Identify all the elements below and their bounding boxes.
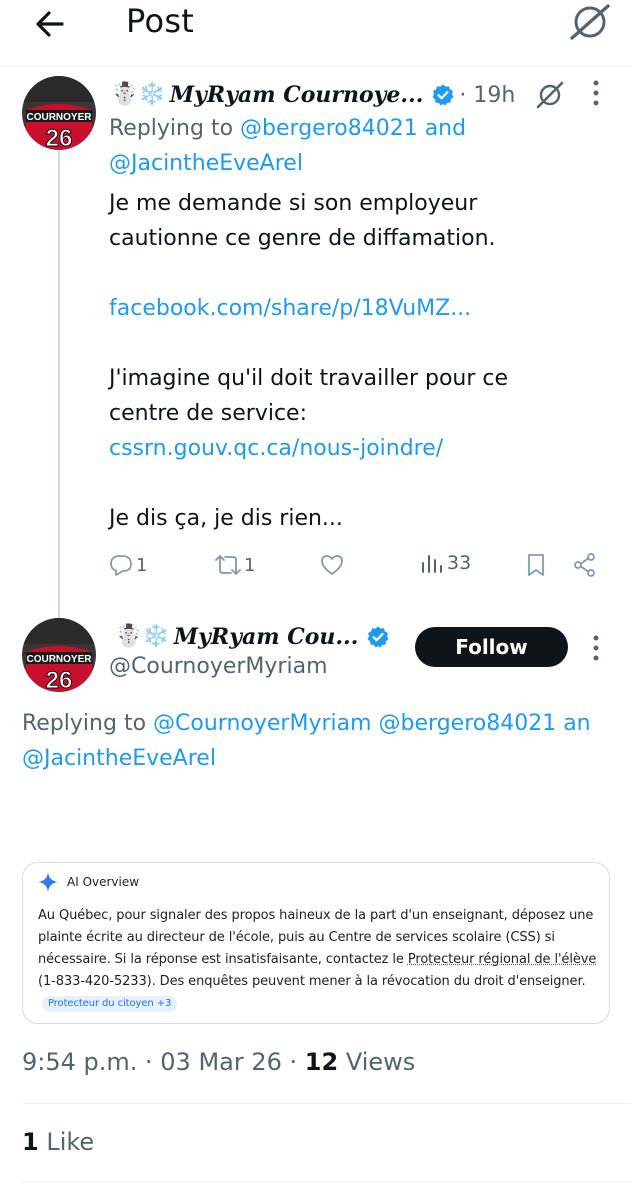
page-title: Post: [126, 2, 195, 40]
verified-badge-icon: [432, 84, 454, 106]
more-dots-icon: [593, 80, 599, 106]
name-emoji: ☃️❄️: [115, 624, 170, 649]
display-name: 𝑴𝒚𝑹𝒚𝒂𝒎 𝑪𝒐𝒖𝒓𝒏𝒐𝒚𝒆...: [169, 82, 424, 108]
author-row[interactable]: ☃️❄️ 𝑴𝒚𝑹𝒚𝒂𝒎 𝑪𝒐𝒖...: [115, 624, 390, 650]
replying-to: Replying to @bergero84021 and @JacintheE…: [109, 116, 467, 176]
post-metadata: 9:54 p.m. · 03 Mar 26 · 12 Views: [22, 1048, 416, 1076]
mention-link[interactable]: @bergero84021: [240, 116, 418, 141]
avatar-image: COURNOYER 26: [22, 618, 96, 692]
reply-icon: [110, 555, 132, 576]
back-button[interactable]: [30, 4, 70, 44]
repost-icon: [215, 555, 241, 575]
divider: [22, 1103, 631, 1104]
views-button[interactable]: 33: [421, 552, 471, 574]
jersey-name: COURNOYER: [26, 654, 92, 665]
more-dots-icon: [593, 635, 599, 661]
arrow-left-icon: [36, 11, 64, 37]
grok-icon[interactable]: [535, 80, 565, 110]
jersey-number: 26: [46, 667, 73, 692]
ai-overview-title: AI Overview: [67, 875, 140, 889]
replying-to: Replying to @CournoyerMyriam @bergero840…: [22, 711, 591, 771]
mention-link[interactable]: @bergero84021: [379, 711, 557, 736]
ai-overview-image[interactable]: AI Overview Au Québec, pour signaler des…: [22, 862, 610, 1024]
facebook-link[interactable]: facebook.com/share/p/18VuMZ...: [109, 291, 579, 326]
reply-button[interactable]: 1: [108, 552, 147, 578]
verified-badge-icon: [367, 626, 389, 648]
heart-icon: [321, 555, 343, 575]
grok-button[interactable]: [568, 2, 612, 42]
mention-link[interactable]: @JacintheEveArel: [109, 151, 303, 176]
follow-button[interactable]: Follow: [415, 627, 568, 667]
tweet-text: Je me demande si son employeur cautionne…: [109, 186, 579, 536]
thread-connector-line: [58, 148, 60, 620]
like-button[interactable]: [319, 552, 345, 578]
more-options-button[interactable]: [584, 633, 608, 663]
avatar[interactable]: COURNOYER 26: [22, 618, 96, 692]
likes-count: 1: [22, 1128, 39, 1156]
grok-icon: [570, 4, 610, 40]
likes-summary[interactable]: 1 Like: [22, 1128, 94, 1156]
avatar-image: COURNOYER 26: [22, 76, 96, 150]
share-button[interactable]: [572, 552, 598, 578]
display-name: 𝑴𝒚𝑹𝒚𝒂𝒎 𝑪𝒐𝒖...: [173, 624, 359, 650]
views-total: 12: [304, 1048, 339, 1076]
user-handle[interactable]: @CournoyerMyriam: [109, 654, 328, 679]
bookmark-icon: [528, 554, 544, 576]
mention-link[interactable]: @JacintheEveArel: [22, 746, 216, 771]
bookmark-button[interactable]: [525, 552, 547, 578]
ai-overview-header: AI Overview: [37, 871, 139, 893]
avatar[interactable]: COURNOYER 26: [22, 76, 96, 150]
ai-overview-text: Au Québec, pour signaler des propos hain…: [38, 905, 608, 1015]
timestamp[interactable]: · 19h: [459, 83, 515, 108]
divider: [22, 1182, 631, 1183]
source-chip: Protecteur du citoyen +3: [42, 996, 178, 1012]
reply-count: 1: [136, 554, 148, 576]
cssrn-link[interactable]: cssrn.gouv.qc.ca/nous-joindre/: [109, 431, 579, 466]
repost-count: 1: [244, 554, 256, 576]
jersey-number: 26: [46, 125, 73, 150]
tweet-actions: 1 1 33: [108, 552, 608, 584]
share-icon: [574, 553, 595, 577]
more-options-button[interactable]: [584, 78, 608, 108]
repost-button[interactable]: 1: [214, 552, 255, 578]
jersey-name: COURNOYER: [26, 112, 92, 123]
top-bar: Post: [0, 0, 631, 66]
sparkle-icon: [38, 872, 58, 892]
post-datetime[interactable]: 9:54 p.m. · 03 Mar 26 ·: [22, 1048, 305, 1076]
views-count: 33: [447, 552, 472, 574]
name-emoji: ☃️❄️: [111, 82, 166, 107]
author-row[interactable]: ☃️❄️ 𝑴𝒚𝑹𝒚𝒂𝒎 𝑪𝒐𝒖𝒓𝒏𝒐𝒚𝒆... · 19h: [111, 80, 565, 110]
views-chart-icon: [422, 555, 442, 573]
mention-link[interactable]: @CournoyerMyriam: [153, 711, 372, 736]
